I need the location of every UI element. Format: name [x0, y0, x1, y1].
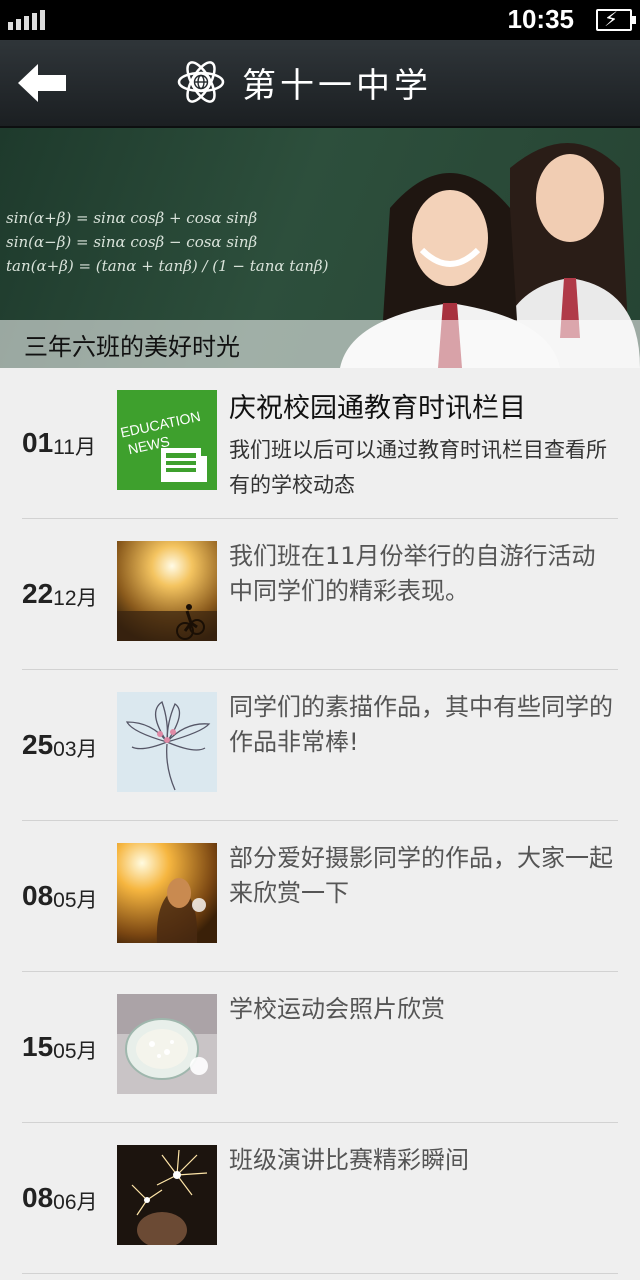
news-day: 08: [22, 880, 54, 911]
banner-caption-text: 三年六班的美好时光: [24, 332, 240, 361]
list-item[interactable]: 22 12月 我们班在11月份举行的自游行活动中同学们的精彩表现。: [22, 519, 618, 670]
news-date: 25 03月: [22, 670, 112, 820]
news-month: 11月: [53, 435, 96, 459]
news-day: 25: [22, 729, 54, 760]
chalk-line: sin(α+β) = sinα cosβ + cosα sinβ: [6, 209, 258, 227]
news-text: 班级演讲比赛精彩瞬间: [229, 1146, 469, 1174]
news-date: 22 12月: [22, 519, 112, 669]
back-button[interactable]: [18, 64, 68, 102]
page-title: 第十一中学: [242, 65, 432, 106]
news-month: 06月: [53, 1190, 98, 1214]
news-month: 03月: [53, 737, 98, 761]
news-month: 05月: [53, 888, 98, 912]
status-time: 10:35: [507, 4, 575, 34]
chalk-line: sin(α−β) = sinα cosβ − cosα sinβ: [6, 233, 258, 251]
newspaper-icon: [161, 448, 207, 482]
girl-sunlight-thumbnail: [117, 843, 217, 943]
arrow-left-icon: [18, 64, 66, 102]
news-date: 01 11月: [22, 368, 112, 518]
lotus-sketch-thumbnail: [117, 692, 217, 792]
news-month: 05月: [53, 1039, 98, 1063]
banner[interactable]: sin(α+β) = sinα cosβ + cosα sinβ sin(α−β…: [0, 128, 640, 368]
list-item[interactable]: 25 03月 同学们的素描作品，其中有些同学的作品非常棒!: [22, 670, 618, 821]
news-list: 01 11月 EDUCATION NEWS 庆祝校园通教育时讯栏目 我们班以后可以…: [0, 368, 640, 1274]
cyclist-sunset-thumbnail: [117, 541, 217, 641]
list-item[interactable]: 15 05月 学校运动会照片欣赏: [22, 972, 618, 1123]
news-text: 我们班以后可以通过教育时讯栏目查看所有的学校动态: [229, 438, 607, 497]
battery-icon: ⚡: [596, 7, 636, 31]
signal-icon: [8, 10, 45, 30]
education-news-thumbnail: EDUCATION NEWS: [117, 390, 217, 490]
news-date: 08 05月: [22, 821, 112, 971]
news-text: 我们班在11月份举行的自游行活动中同学们的精彩表现。: [229, 542, 596, 605]
list-item[interactable]: 08 05月 部分爱好摄影同学的作品，大家一起来欣赏一下: [22, 821, 618, 972]
list-item[interactable]: 01 11月 EDUCATION NEWS 庆祝校园通教育时讯栏目 我们班以后可以…: [22, 368, 618, 519]
news-text: 同学们的素描作品，其中有些同学的作品非常棒!: [229, 693, 613, 756]
news-day: 08: [22, 1182, 54, 1213]
chalkboard-formulas: sin(α+β) = sinα cosβ + cosα sinβ sin(α−β…: [6, 206, 328, 278]
news-title: 庆祝校园通教育时讯栏目: [229, 393, 526, 424]
sparkler-thumbnail: [117, 1145, 217, 1245]
news-day: 01: [22, 427, 54, 458]
banner-caption: 三年六班的美好时光: [0, 320, 640, 368]
news-date: 08 06月: [22, 1123, 112, 1273]
title-bar: 第十一中学: [0, 40, 640, 128]
school-logo-icon: [177, 61, 225, 103]
status-bar: 10:35 ⚡: [0, 0, 640, 40]
news-date: 15 05月: [22, 972, 112, 1122]
list-item[interactable]: 08 06月 班级演讲比赛精彩瞬间: [22, 1123, 618, 1274]
news-text: 学校运动会照片欣赏: [229, 995, 445, 1023]
dandelion-jar-thumbnail: [117, 994, 217, 1094]
news-day: 15: [22, 1031, 54, 1062]
news-month: 12月: [53, 586, 98, 610]
news-day: 22: [22, 578, 54, 609]
news-text: 部分爱好摄影同学的作品，大家一起来欣赏一下: [229, 844, 613, 907]
chalk-line: tan(α+β) = (tanα + tanβ) / (1 − tanα tan…: [6, 257, 329, 275]
